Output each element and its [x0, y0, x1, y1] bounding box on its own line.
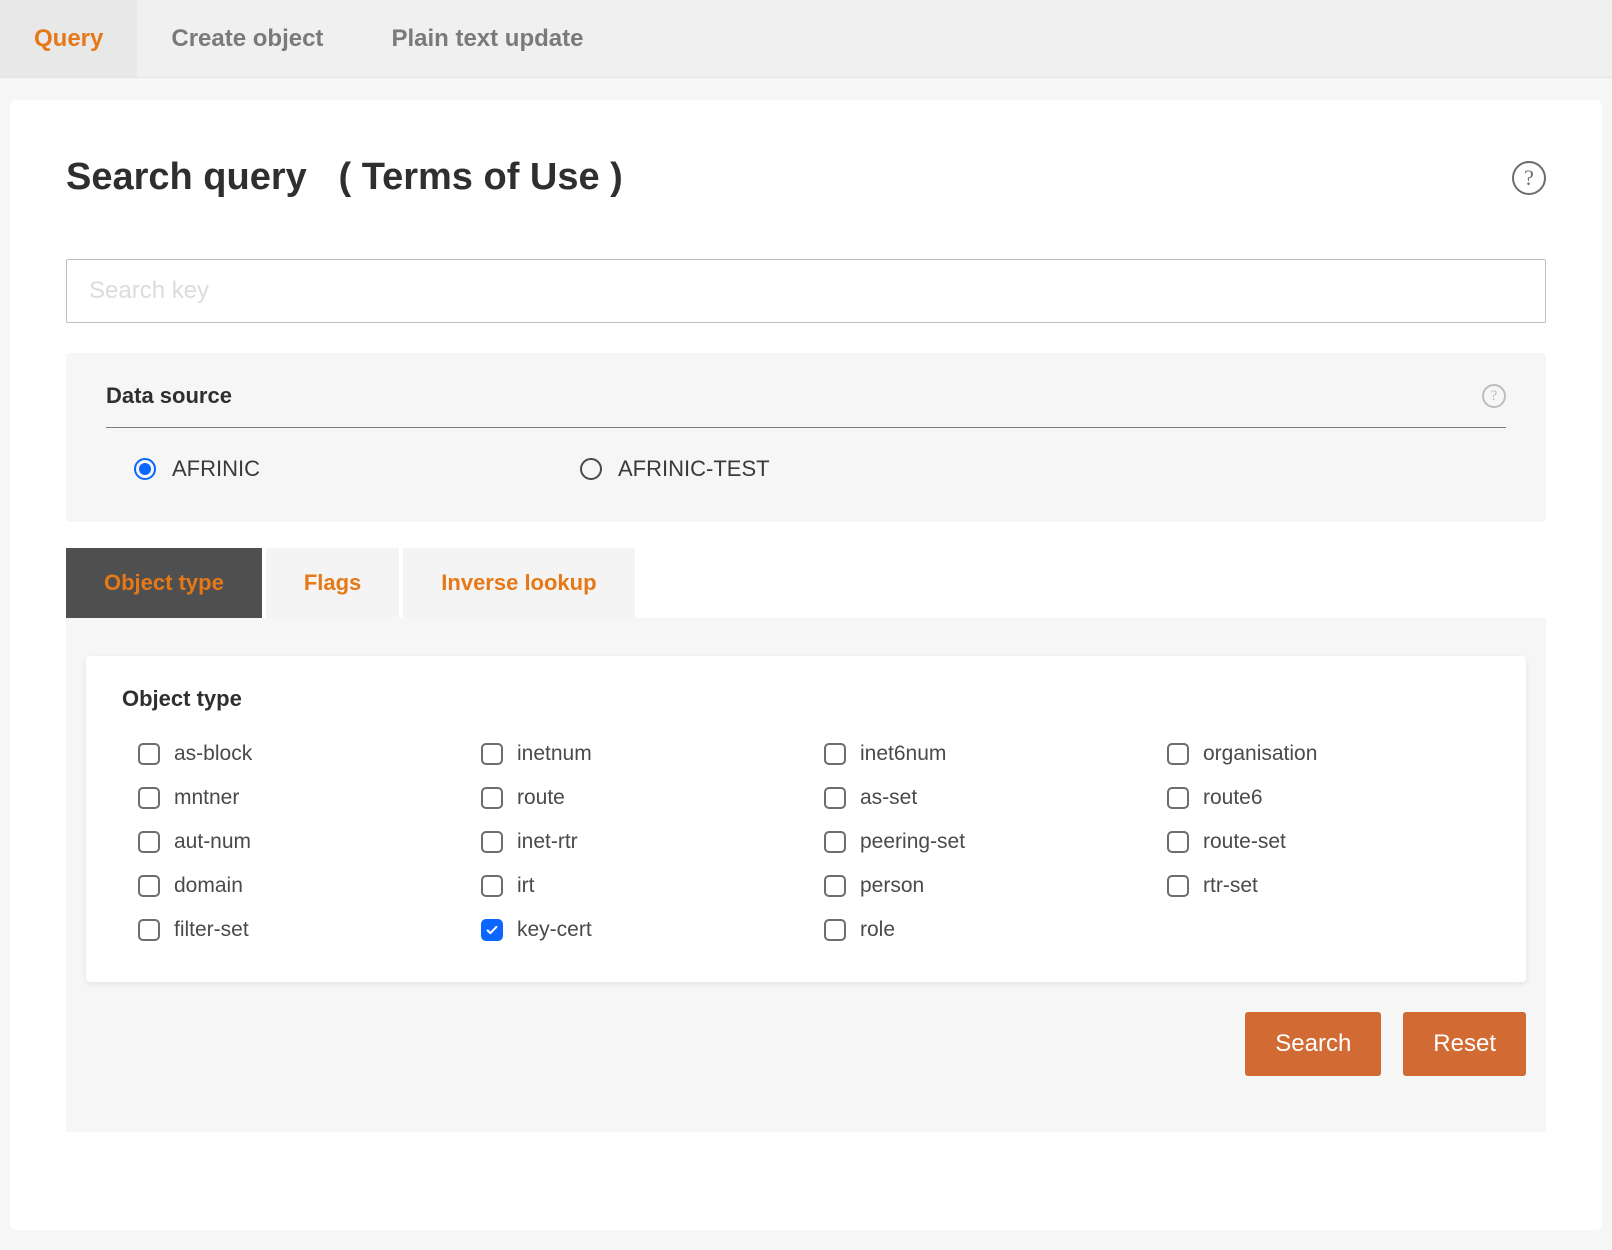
checkbox-key-cert[interactable]: key-cert — [481, 918, 804, 942]
checkbox-irt[interactable]: irt — [481, 874, 804, 898]
filter-subtabs: Object type Flags Inverse lookup — [66, 548, 1546, 618]
tab-create-object[interactable]: Create object — [137, 0, 357, 77]
search-input[interactable] — [66, 259, 1546, 323]
checkbox-icon — [481, 875, 503, 897]
object-type-wrapper: Object type as-block inetnum inet6num organ… — [66, 618, 1546, 1132]
checkbox-icon — [824, 831, 846, 853]
checkbox-inet6num[interactable]: inet6num — [824, 742, 1147, 766]
checkbox-as-block[interactable]: as-block — [138, 742, 461, 766]
checkbox-rtr-set[interactable]: rtr-set — [1167, 874, 1490, 898]
checkbox-icon — [1167, 743, 1189, 765]
checkbox-icon — [138, 919, 160, 941]
checkbox-filter-set[interactable]: filter-set — [138, 918, 461, 942]
page-title-main: Search query — [66, 156, 307, 198]
checkbox-role[interactable]: role — [824, 918, 1147, 942]
checkbox-icon — [138, 831, 160, 853]
checkbox-inetnum[interactable]: inetnum — [481, 742, 804, 766]
checkbox-label: inet-rtr — [517, 830, 578, 854]
checkbox-icon — [481, 919, 503, 941]
radio-afrinic-test[interactable]: AFRINIC-TEST — [580, 456, 770, 482]
empty-cell — [1167, 918, 1490, 942]
page-title-row: Search query ( Terms of Use ) ? — [66, 156, 1546, 199]
page-title: Search query ( Terms of Use ) — [66, 156, 623, 199]
checkbox-label: aut-num — [174, 830, 251, 854]
checkbox-icon — [824, 875, 846, 897]
subtab-object-type[interactable]: Object type — [66, 548, 262, 618]
checkbox-label: route — [517, 786, 565, 810]
page-title-terms[interactable]: ( Terms of Use ) — [338, 156, 622, 198]
checkbox-icon — [481, 831, 503, 853]
checkbox-route6[interactable]: route6 — [1167, 786, 1490, 810]
help-icon[interactable]: ? — [1512, 161, 1546, 195]
checkbox-label: route6 — [1203, 786, 1263, 810]
checkbox-icon — [1167, 787, 1189, 809]
checkbox-icon — [138, 743, 160, 765]
radio-label: AFRINIC — [172, 456, 260, 482]
object-type-panel: Object type as-block inetnum inet6num organ… — [86, 656, 1526, 982]
checkbox-label: inetnum — [517, 742, 592, 766]
checkbox-label: domain — [174, 874, 243, 898]
checkbox-route[interactable]: route — [481, 786, 804, 810]
subtab-flags[interactable]: Flags — [266, 548, 399, 618]
primary-tabs: Query Create object Plain text update — [0, 0, 1612, 78]
radio-afrinic[interactable]: AFRINIC — [134, 456, 260, 482]
reset-button[interactable]: Reset — [1403, 1012, 1526, 1076]
checkbox-icon — [481, 743, 503, 765]
checkbox-label: mntner — [174, 786, 239, 810]
radio-dot-icon — [580, 458, 602, 480]
radio-dot-icon — [134, 458, 156, 480]
tab-plain-text-update[interactable]: Plain text update — [357, 0, 617, 77]
search-button[interactable]: Search — [1245, 1012, 1381, 1076]
object-type-heading: Object type — [122, 686, 1490, 712]
checkbox-aut-num[interactable]: aut-num — [138, 830, 461, 854]
checkbox-mntner[interactable]: mntner — [138, 786, 461, 810]
checkbox-route-set[interactable]: route-set — [1167, 830, 1490, 854]
checkbox-organisation[interactable]: organisation — [1167, 742, 1490, 766]
checkbox-domain[interactable]: domain — [138, 874, 461, 898]
checkbox-label: route-set — [1203, 830, 1286, 854]
checkbox-label: person — [860, 874, 924, 898]
checkbox-as-set[interactable]: as-set — [824, 786, 1147, 810]
data-source-header: Data source ? — [106, 383, 1506, 428]
checkbox-label: peering-set — [860, 830, 965, 854]
checkbox-icon — [824, 919, 846, 941]
checkbox-icon — [824, 787, 846, 809]
checkbox-label: role — [860, 918, 895, 942]
checkbox-icon — [481, 787, 503, 809]
help-icon[interactable]: ? — [1482, 384, 1506, 408]
tab-query[interactable]: Query — [0, 0, 137, 77]
checkbox-label: filter-set — [174, 918, 249, 942]
checkbox-inet-rtr[interactable]: inet-rtr — [481, 830, 804, 854]
checkbox-peering-set[interactable]: peering-set — [824, 830, 1147, 854]
subtab-inverse-lookup[interactable]: Inverse lookup — [403, 548, 634, 618]
checkbox-icon — [1167, 831, 1189, 853]
checkbox-label: as-set — [860, 786, 917, 810]
data-source-options: AFRINIC AFRINIC-TEST — [106, 456, 1506, 482]
checkbox-label: as-block — [174, 742, 252, 766]
query-page-card: Search query ( Terms of Use ) ? Data sou… — [10, 100, 1602, 1230]
radio-label: AFRINIC-TEST — [618, 456, 770, 482]
checkbox-icon — [138, 875, 160, 897]
checkbox-label: inet6num — [860, 742, 946, 766]
data-source-panel: Data source ? AFRINIC AFRINIC-TEST — [66, 353, 1546, 522]
checkbox-label: irt — [517, 874, 535, 898]
checkbox-label: organisation — [1203, 742, 1317, 766]
data-source-label: Data source — [106, 383, 232, 409]
checkbox-icon — [824, 743, 846, 765]
checkbox-icon — [138, 787, 160, 809]
checkbox-person[interactable]: person — [824, 874, 1147, 898]
checkbox-icon — [1167, 875, 1189, 897]
checkbox-label: rtr-set — [1203, 874, 1258, 898]
checkbox-label: key-cert — [517, 918, 592, 942]
action-row: Search Reset — [86, 1012, 1526, 1076]
object-type-grid: as-block inetnum inet6num organisation mntne… — [122, 742, 1490, 942]
